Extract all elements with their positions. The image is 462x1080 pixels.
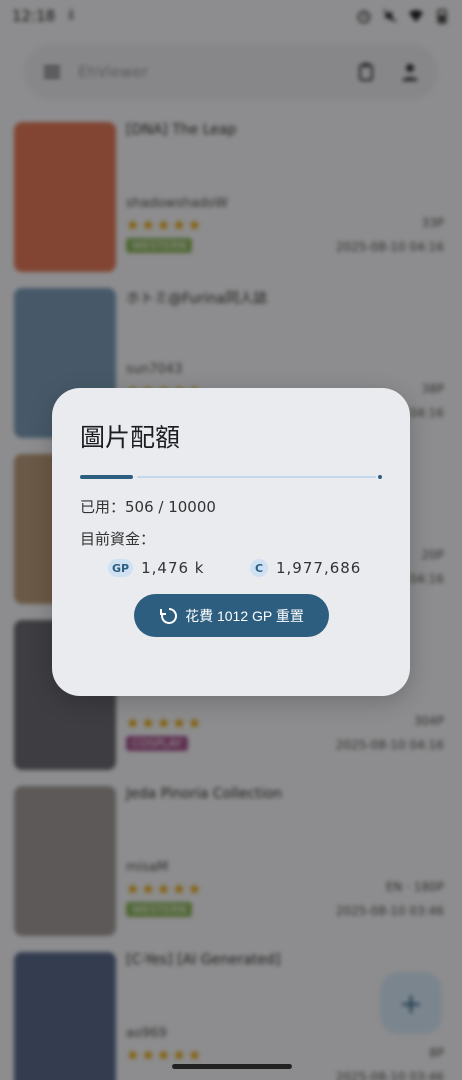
quota-progress-track	[137, 476, 376, 478]
quota-progress-bar	[80, 475, 382, 479]
gp-badge-icon: GP	[108, 559, 134, 577]
credits-funds: C 1,977,686	[250, 559, 361, 577]
gp-value: 1,476 k	[141, 559, 205, 577]
image-quota-dialog: 圖片配額 已用：506 / 10000 目前資金： GP 1,476 k C 1…	[52, 388, 410, 696]
home-indicator[interactable]	[172, 1064, 292, 1069]
credits-badge-icon: C	[250, 559, 268, 577]
quota-used-text: 已用：506 / 10000	[80, 498, 216, 516]
quota-progress-fill	[80, 475, 133, 479]
reset-quota-button[interactable]: 花費 1012 GP 重置	[134, 594, 329, 637]
credits-value: 1,977,686	[276, 559, 362, 577]
quota-progress-end	[378, 475, 382, 479]
gp-funds: GP 1,476 k	[108, 559, 205, 577]
reset-icon	[160, 607, 178, 624]
reset-quota-label: 花費 1012 GP 重置	[185, 607, 304, 624]
dialog-title: 圖片配額	[80, 423, 181, 452]
current-funds-label: 目前資金：	[80, 530, 156, 548]
